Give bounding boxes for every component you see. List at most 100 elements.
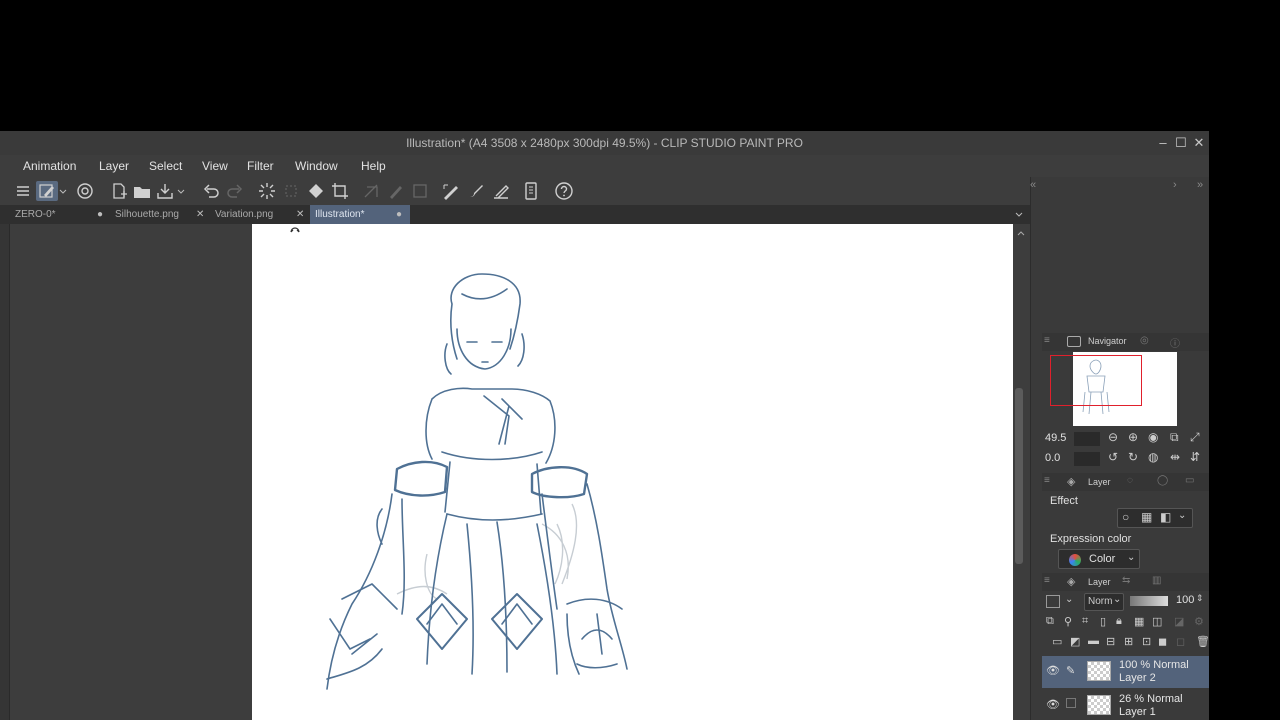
opacity-value[interactable]: 100	[1176, 594, 1194, 606]
new-folder-icon[interactable]: ▬	[1088, 635, 1099, 647]
border-effect-icon[interactable]: ○	[1122, 510, 1129, 524]
vertical-scrollbar[interactable]	[1015, 388, 1023, 564]
ruler-display-icon[interactable]: ▯	[1100, 615, 1106, 628]
minimize-button[interactable]: –	[1154, 133, 1172, 153]
zoom-in-icon[interactable]: ⊕	[1128, 430, 1138, 444]
tab-silhouette[interactable]: Silhouette.png ✕	[110, 205, 208, 224]
edit-target-box-icon[interactable]	[1066, 698, 1076, 708]
undo-icon[interactable]	[200, 181, 222, 201]
close-tab-icon[interactable]: ✕	[296, 205, 304, 224]
auto-action-tab-icon[interactable]: ◯	[1157, 475, 1168, 486]
fit-window-icon[interactable]: ⤢	[1190, 430, 1200, 445]
collapse-right-icon[interactable]: »	[1197, 179, 1203, 191]
menu-filter[interactable]: Filter	[247, 159, 274, 173]
tone-effect-icon[interactable]: ▦	[1141, 510, 1152, 524]
save-icon[interactable]	[154, 181, 176, 201]
hamburger-menu-icon[interactable]	[12, 181, 34, 201]
menu-view[interactable]: View	[202, 159, 228, 173]
combine-down-icon[interactable]: ⊞	[1124, 635, 1133, 648]
selection-border-icon[interactable]	[409, 181, 431, 201]
opacity-stepper-icon[interactable]: ⇕	[1196, 593, 1204, 604]
delete-layer-icon[interactable]: 🗑︎	[1196, 635, 1209, 648]
left-dock-edge[interactable]	[0, 224, 10, 720]
edit-mode-icon[interactable]	[36, 181, 58, 201]
history-tab-icon[interactable]: ⇆	[1122, 575, 1130, 586]
tablet-icon[interactable]	[520, 181, 542, 201]
new-file-icon[interactable]	[108, 181, 130, 201]
tab-illustration[interactable]: Illustration* ●	[310, 205, 410, 224]
layer-mode-select[interactable]: ⌄	[1046, 594, 1076, 610]
zoom-out-icon[interactable]: ⊖	[1108, 430, 1118, 444]
selection-transform-icon[interactable]	[361, 181, 383, 201]
eye-visible-icon[interactable]: 👁︎	[1046, 698, 1060, 711]
panel-menu-icon[interactable]: ≡	[1044, 475, 1050, 486]
transfer-down-icon[interactable]: ⊟	[1106, 635, 1115, 648]
chevron-right-icon[interactable]: ›	[1173, 179, 1177, 191]
layer-settings-icon[interactable]: ⚙	[1194, 615, 1204, 628]
tab-variation[interactable]: Variation.png ✕	[210, 205, 310, 224]
chevron-down-icon[interactable]: ⌄	[1178, 510, 1186, 521]
pencil-edit-icon[interactable]: ✎	[1066, 664, 1075, 677]
layer-row[interactable]: 👁︎ ✎ 100 % Normal Layer 2	[1042, 656, 1209, 688]
reset-rotation-icon[interactable]: ◍	[1148, 450, 1158, 464]
layer-property-title[interactable]: Layer	[1088, 477, 1111, 487]
close-tab-icon[interactable]: ✕	[196, 205, 204, 224]
opacity-slider[interactable]	[1130, 596, 1168, 606]
rotate-right-icon[interactable]: ↻	[1128, 450, 1138, 464]
layer-color-icon[interactable]: ◪	[1174, 615, 1184, 628]
menu-layer[interactable]: Layer	[99, 159, 129, 173]
selection-fill-icon[interactable]	[385, 181, 407, 201]
search-layer-tab-icon[interactable]: ◌	[1127, 475, 1133, 486]
help-icon[interactable]	[553, 181, 575, 201]
duplicate-layer-icon[interactable]: ◻	[1176, 635, 1185, 648]
scroll-up-icon[interactable]	[1016, 226, 1026, 236]
rotation-value[interactable]: 0.0	[1045, 452, 1060, 464]
layer-name[interactable]: Layer 2	[1119, 672, 1156, 684]
loading-spinner-icon[interactable]	[256, 181, 278, 201]
tab-list-chevron-icon[interactable]	[1014, 208, 1024, 220]
lock-transparency-icon[interactable]: ▦	[1134, 615, 1144, 628]
eye-visible-icon[interactable]: 👁︎	[1046, 664, 1060, 677]
clear-selection-icon[interactable]	[280, 181, 302, 201]
animation-tab-icon[interactable]: ▥	[1152, 575, 1161, 586]
zoom-value[interactable]: 49.5	[1045, 432, 1066, 444]
chevron-down-icon[interactable]	[176, 181, 186, 201]
fit-screen-icon[interactable]: ⧉	[1170, 430, 1179, 445]
apply-mask-icon[interactable]: ◼	[1158, 635, 1167, 648]
menu-select[interactable]: Select	[149, 159, 182, 173]
set-selection-icon[interactable]: ⌗	[1082, 615, 1088, 628]
flip-vertical-icon[interactable]: ⇵	[1190, 450, 1200, 464]
rotation-slider[interactable]	[1074, 452, 1100, 466]
add-mask-icon[interactable]: ⊡	[1142, 635, 1151, 648]
flip-horizontal-icon[interactable]: ⇹	[1170, 450, 1180, 464]
actual-size-icon[interactable]: ◉	[1148, 430, 1158, 444]
layer-color-icon[interactable]: ◧	[1160, 510, 1171, 524]
navigator-preview-area[interactable]	[1042, 351, 1209, 427]
rotate-left-icon[interactable]: ↺	[1108, 450, 1118, 464]
info-tab-icon[interactable]: ⓘ	[1170, 335, 1180, 350]
drawing-canvas[interactable]	[252, 224, 1013, 720]
open-folder-icon[interactable]	[131, 181, 153, 201]
tab-zero-0[interactable]: ZERO-0* ●	[10, 205, 108, 224]
menu-window[interactable]: Window	[295, 159, 338, 173]
expression-color-select[interactable]: Color ⌄	[1058, 549, 1140, 569]
layer-name[interactable]: Layer 1	[1119, 706, 1156, 718]
panel-menu-icon[interactable]: ≡	[1044, 575, 1050, 586]
close-button[interactable]: ✕	[1190, 133, 1208, 153]
maximize-button[interactable]: ☐	[1172, 133, 1190, 153]
crop-icon[interactable]	[329, 181, 351, 201]
brush-icon[interactable]	[465, 181, 487, 201]
reference-layer-icon[interactable]: ⚲	[1064, 615, 1072, 628]
clip-layer-icon[interactable]: ⧉	[1046, 615, 1054, 628]
new-raster-layer-icon[interactable]: ▭	[1052, 635, 1062, 648]
menu-animation[interactable]: Animation	[23, 159, 76, 173]
blend-mode-select[interactable]: Norm ⌄	[1084, 593, 1124, 611]
more-tab-icon[interactable]: ▭	[1185, 475, 1194, 486]
canvas-rotate-handle-icon[interactable]	[290, 226, 300, 234]
pen-ruler-icon[interactable]	[440, 181, 462, 201]
zoom-slider[interactable]	[1074, 432, 1100, 446]
panel-menu-icon[interactable]: ≡	[1044, 335, 1050, 346]
chevron-down-icon[interactable]	[58, 181, 68, 201]
ruler-pen-icon[interactable]	[490, 181, 512, 201]
menu-help[interactable]: Help	[361, 159, 386, 173]
